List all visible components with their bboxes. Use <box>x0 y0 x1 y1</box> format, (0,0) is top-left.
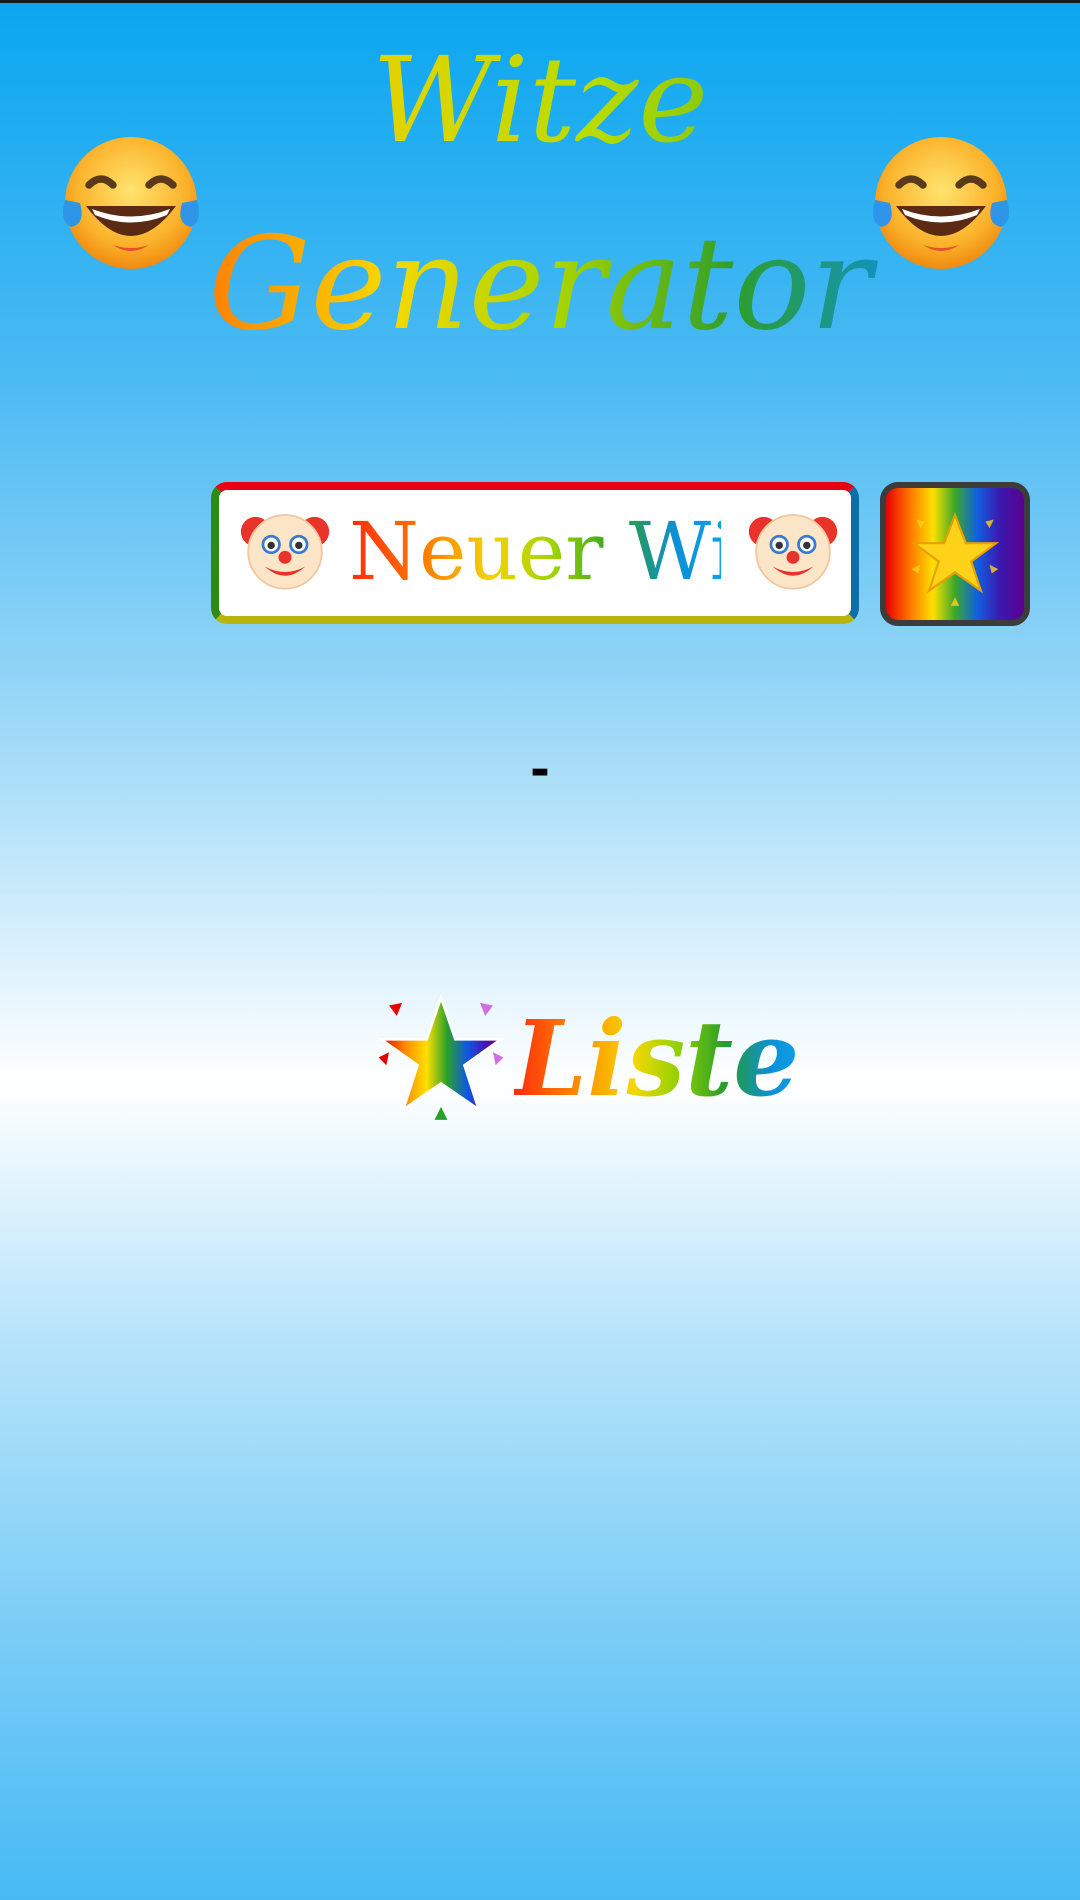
clown-face-icon <box>748 514 838 590</box>
list-label: Liste <box>514 994 799 1124</box>
status-bar-edge <box>0 0 1080 3</box>
app-title-line2: Generator <box>0 210 1080 360</box>
rainbow-star-icon <box>377 993 505 1120</box>
favorite-star-button[interactable] <box>880 482 1030 626</box>
new-joke-label: Neuer Witz <box>349 502 810 602</box>
clown-face-icon <box>240 514 330 590</box>
new-joke-button[interactable]: Neuer Witz <box>211 482 859 624</box>
joke-text: - <box>530 742 550 798</box>
glowing-star-icon <box>910 512 1000 606</box>
app-title-line1: Witze <box>0 30 1080 170</box>
list-link[interactable]: Liste <box>376 990 799 1130</box>
